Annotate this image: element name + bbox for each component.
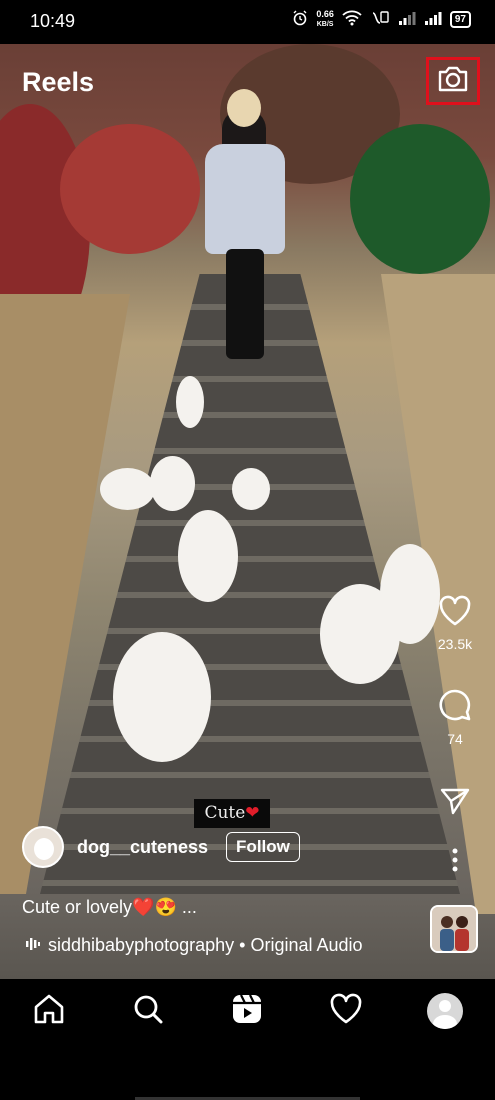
battery-icon: 97 (449, 11, 471, 28)
wifi-icon (342, 10, 362, 29)
like-count: 23.5k (437, 636, 473, 652)
audio-text: siddhibabyphotography • Original Audio (48, 935, 363, 955)
bottom-nav (0, 979, 495, 1041)
dog (176, 376, 204, 428)
status-bar: 10:49 0.66 KB/S 97 (0, 0, 495, 44)
overlay-emoji: ❤ (245, 803, 260, 823)
avatar[interactable] (22, 826, 64, 868)
dog (232, 468, 270, 510)
comment-count: 74 (447, 731, 463, 747)
reels-icon (231, 993, 263, 1030)
more-icon (451, 848, 459, 876)
audio-thumbnail[interactable] (430, 905, 478, 953)
signal-icon (424, 11, 442, 28)
status-time: 10:49 (30, 11, 76, 31)
username[interactable]: dog__cuteness (77, 837, 208, 858)
camera-button[interactable] (426, 57, 480, 105)
page-title: Reels (22, 67, 95, 97)
heart-icon (438, 595, 472, 631)
nav-home[interactable] (29, 991, 69, 1031)
red-bush (60, 124, 200, 254)
alarm-icon (292, 10, 308, 29)
overlay-text: Cute (204, 803, 246, 823)
system-nav-bar (0, 1041, 495, 1100)
nav-profile[interactable] (425, 991, 465, 1031)
net-speed-value: 0.66 (316, 9, 334, 19)
walking-person (200, 89, 290, 359)
net-speed: 0.66 KB/S (316, 10, 334, 29)
video-text-overlay: Cute❤ (194, 799, 270, 828)
dog (113, 632, 211, 762)
send-icon (439, 788, 471, 820)
author-row: dog__cuteness Follow (22, 826, 300, 868)
status-icons: 0.66 KB/S 97 (292, 10, 471, 29)
follow-button[interactable]: Follow (226, 832, 300, 862)
net-speed-unit: KB/S (316, 21, 334, 28)
camera-icon (437, 65, 469, 98)
signal-icon (398, 11, 416, 28)
comment-button[interactable]: 74 (415, 688, 495, 747)
more-button[interactable] (415, 848, 495, 877)
search-icon (132, 993, 164, 1030)
share-button[interactable] (415, 786, 495, 821)
heart-icon (329, 993, 363, 1030)
caption[interactable]: Cute or lovely❤️😍 ... (22, 897, 197, 918)
nav-search[interactable] (128, 991, 168, 1031)
comment-icon (437, 689, 473, 726)
audio-bars-icon (26, 935, 40, 956)
profile-avatar (427, 993, 463, 1029)
audio-info[interactable]: siddhibabyphotography • Original Audio (26, 935, 363, 956)
nav-activity[interactable] (326, 991, 366, 1031)
dog (178, 510, 238, 602)
home-icon (32, 993, 66, 1030)
green-bush (350, 124, 490, 274)
dog (150, 456, 195, 511)
volte-icon (370, 10, 390, 29)
nav-reels[interactable] (227, 991, 267, 1031)
dog (100, 468, 155, 510)
like-button[interactable]: 23.5k (415, 595, 495, 652)
